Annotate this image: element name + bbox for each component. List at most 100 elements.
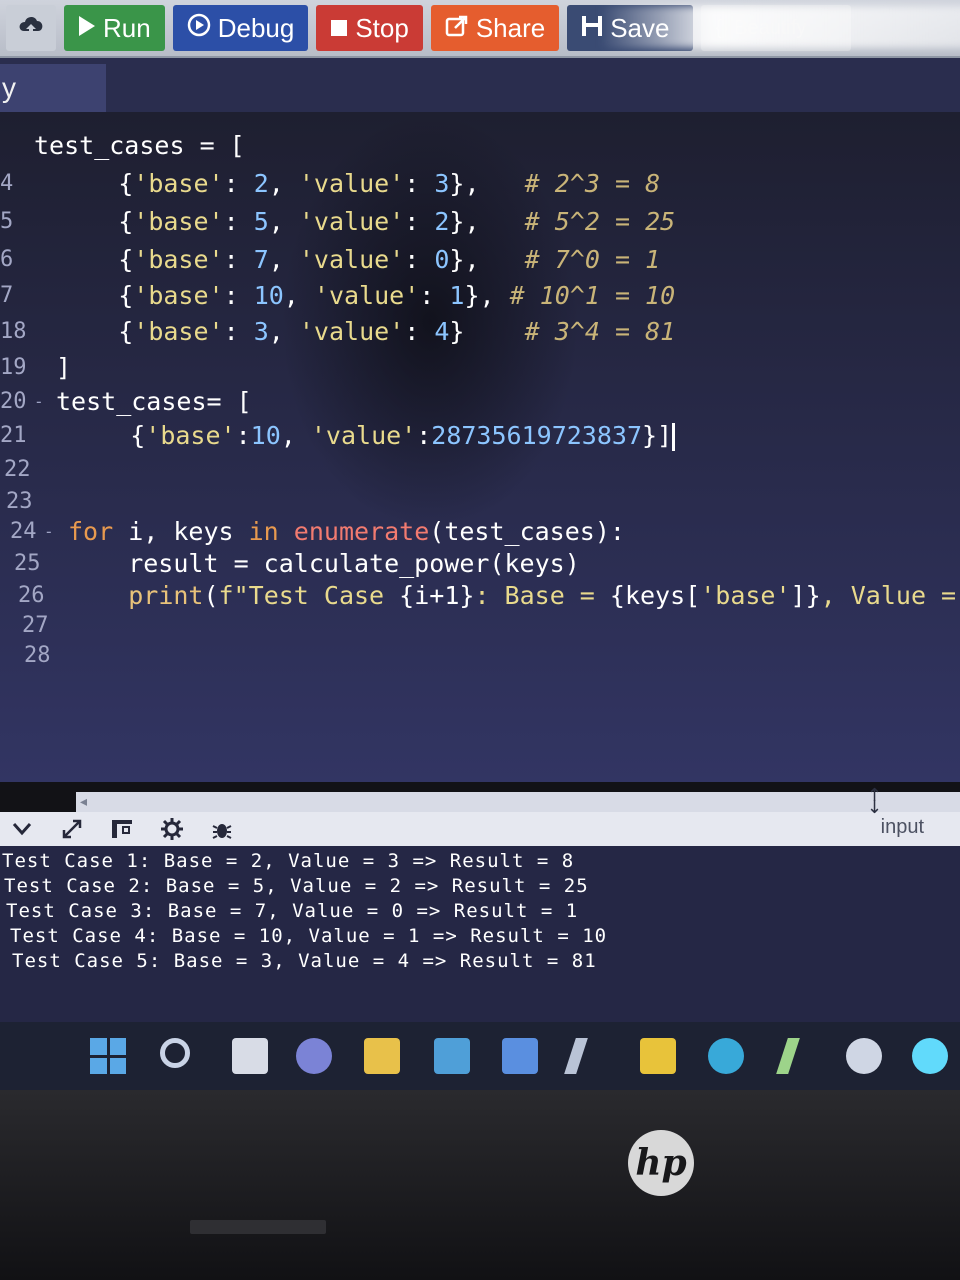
input-label[interactable]: input [881, 812, 924, 842]
beautify-label: {} Beautify [715, 16, 807, 39]
laptop-screen: Run Debug Stop Share Save {} Beautify y … [0, 0, 960, 1280]
code-token: 10 [253, 281, 284, 310]
code-token: 'base' [145, 421, 236, 450]
code-token: : [404, 245, 435, 274]
code-line[interactable]: {'base': 3, 'value': 4} # 3^4 = 81 [58, 316, 675, 348]
console-output-line: Test Case 3: Base = 7, Value = 0 => Resu… [6, 900, 579, 922]
stop-button[interactable]: Stop [316, 5, 423, 51]
code-token: 'base' [133, 169, 224, 198]
code-token: { [58, 245, 134, 274]
file-explorer-icon[interactable] [364, 1038, 400, 1074]
code-token: 'base' [133, 207, 224, 236]
hp-logo: hp [628, 1130, 694, 1196]
code-token: , [268, 245, 299, 274]
tab-active-file[interactable]: y [0, 64, 106, 112]
line-number: 4 [0, 171, 14, 196]
code-line[interactable]: {'base': 7, 'value': 0}, # 7^0 = 1 [58, 244, 660, 276]
upload-button[interactable] [6, 5, 56, 51]
code-line[interactable]: ] [56, 352, 71, 384]
code-token: : [223, 245, 254, 274]
code-line[interactable]: {'base':10, 'value':28735619723837}] [70, 420, 676, 452]
play-icon [78, 13, 96, 44]
code-token: (test_cases): [429, 517, 625, 546]
code-line[interactable]: test_cases= [ [56, 386, 252, 418]
bolt-app-icon[interactable] [564, 1038, 588, 1074]
windows-start-icon[interactable] [90, 1038, 126, 1074]
sticky-notes-icon[interactable] [640, 1038, 676, 1074]
react-icon[interactable] [912, 1038, 948, 1074]
share-button[interactable]: Share [430, 5, 560, 51]
console-output-line: Test Case 2: Base = 5, Value = 2 => Resu… [4, 875, 589, 897]
code-token: test_cases [34, 131, 200, 160]
code-token: 'value' [310, 421, 417, 450]
mail-icon[interactable] [434, 1038, 470, 1074]
code-line[interactable]: {'base': 2, 'value': 3}, # 2^3 = 8 [58, 168, 660, 200]
save-button[interactable]: Save [567, 5, 694, 51]
fold-toggle-icon[interactable]: - [34, 386, 44, 418]
line-number: 27 [22, 613, 49, 638]
code-token: 'base' [133, 245, 224, 274]
line-number: 22 [4, 457, 31, 482]
teams-icon[interactable] [296, 1038, 332, 1074]
code-token: 7 [253, 245, 269, 274]
code-token: 'value' [298, 169, 405, 198]
debug-button[interactable]: Debug [172, 5, 309, 51]
code-token: {i+1} [399, 581, 475, 610]
line-number: 20 [0, 389, 27, 414]
line-number: 19 [0, 355, 27, 380]
code-token: : [404, 169, 435, 198]
code-token: , Value = [820, 581, 957, 610]
code-token: : [419, 281, 450, 310]
code-token: , [283, 281, 314, 310]
resize-arrows-icon[interactable]: ↑ ↓ [867, 787, 882, 817]
save-icon [581, 13, 603, 44]
code-token: { [58, 281, 134, 310]
collapse-chevron-icon[interactable] [10, 817, 34, 841]
edge-icon[interactable] [708, 1038, 744, 1074]
dropbox-icon[interactable] [502, 1038, 538, 1074]
code-token: { [58, 207, 134, 236]
code-token: : [404, 207, 435, 236]
code-token: # 3^4 = 81 [524, 317, 676, 346]
windows-taskbar [0, 1022, 960, 1090]
horizontal-scrollbar[interactable] [76, 792, 960, 812]
code-line[interactable]: print(f"Test Case {i+1}: Base = {keys['b… [68, 580, 956, 612]
share-icon [445, 13, 469, 44]
stop-icon [330, 13, 348, 44]
fold-toggle-icon[interactable]: - [44, 516, 54, 548]
code-token: = [ [199, 131, 245, 160]
code-token: test_cases= [ [56, 387, 252, 416]
code-token: , [268, 169, 299, 198]
layout-icon[interactable] [110, 817, 134, 841]
code-line[interactable]: test_cases = [ [34, 130, 245, 162]
code-line[interactable]: result = calculate_power(keys) [68, 548, 580, 580]
code-token: 28735619723837 [431, 421, 642, 450]
code-token: : [223, 317, 254, 346]
beautify-button[interactable]: {} Beautify [701, 5, 852, 51]
debug-bug-icon[interactable] [210, 817, 234, 841]
code-token: 0 [434, 245, 450, 274]
code-token: 3 [253, 317, 269, 346]
code-token: 3 [434, 169, 450, 198]
gear-icon[interactable] [160, 817, 184, 841]
code-token: 'base' [133, 281, 224, 310]
pen-icon[interactable] [776, 1038, 800, 1074]
console-output[interactable]: Test Case 1: Base = 2, Value = 3 => Resu… [0, 846, 960, 1022]
code-line[interactable]: {'base': 5, 'value': 2}, # 5^2 = 25 [58, 206, 675, 238]
code-token: # 10^1 = 10 [509, 281, 676, 310]
search-icon[interactable] [160, 1038, 190, 1068]
chat-icon[interactable] [846, 1038, 882, 1074]
expand-icon[interactable] [60, 817, 84, 841]
code-token: in [248, 517, 279, 546]
task-view-icon[interactable] [232, 1038, 268, 1074]
code-token: { [70, 421, 146, 450]
upload-cloud-icon [16, 11, 46, 46]
run-button[interactable]: Run [64, 5, 165, 51]
code-token: f"Test Case [218, 581, 400, 610]
code-line[interactable]: {'base': 10, 'value': 1}, # 10^1 = 10 [58, 280, 675, 312]
code-line[interactable]: for i, keys in enumerate(test_cases): [68, 516, 625, 548]
code-editor[interactable]: test_cases = [ 4 {'base': 2, 'value': 3},… [0, 112, 960, 782]
scroll-left-icon[interactable]: ◂ [80, 794, 87, 810]
